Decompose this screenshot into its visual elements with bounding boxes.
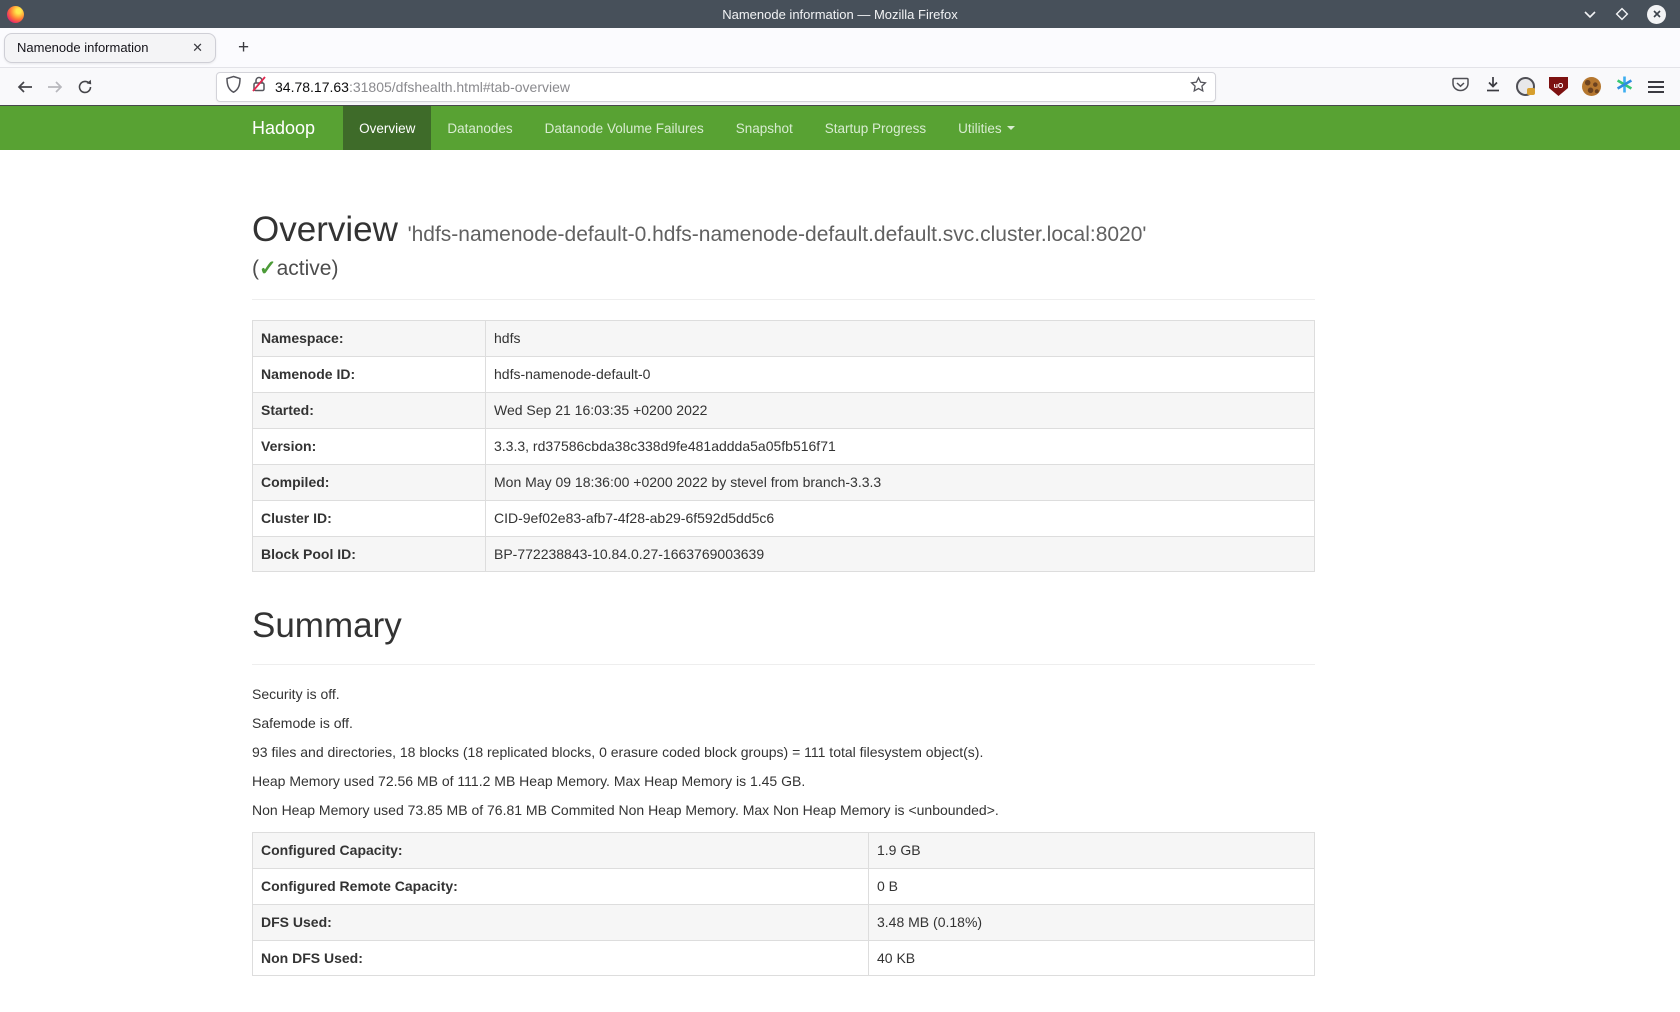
- container-asterisk-icon[interactable]: [1615, 75, 1634, 99]
- url-text: 34.78.17.63:31805/dfshealth.html#tab-ove…: [275, 79, 1190, 95]
- back-icon[interactable]: [10, 73, 40, 101]
- overview-heading: Overview 'hdfs-namenode-default-0.hdfs-n…: [252, 210, 1315, 250]
- cookie-extension-icon[interactable]: [1582, 77, 1601, 96]
- window-title: Namenode information — Mozilla Firefox: [0, 7, 1680, 22]
- hadoop-navbar: Hadoop Overview Datanodes Datanode Volum…: [0, 106, 1680, 150]
- row-value: 3.3.3, rd37586cbda38c338d9fe481addda5a05…: [486, 428, 1315, 464]
- nav-item-snapshot[interactable]: Snapshot: [720, 106, 809, 150]
- tab-namenode-information[interactable]: Namenode information ✕: [4, 33, 216, 63]
- row-label: Version:: [253, 428, 486, 464]
- summary-heading: Summary: [252, 606, 1315, 646]
- capacity-table: Configured Capacity:1.9 GB Configured Re…: [252, 832, 1315, 977]
- nav-item-overview[interactable]: Overview: [343, 106, 431, 150]
- row-value: CID-9ef02e83-afb7-4f28-ab29-6f592d5dd5c6: [486, 500, 1315, 536]
- table-row: Started:Wed Sep 21 16:03:35 +0200 2022: [253, 393, 1315, 429]
- row-label: Configured Remote Capacity:: [253, 868, 869, 904]
- row-value: 40 KB: [869, 940, 1315, 976]
- table-row: Cluster ID:CID-9ef02e83-afb7-4f28-ab29-6…: [253, 500, 1315, 536]
- row-value: 0 B: [869, 868, 1315, 904]
- namenode-endpoint: 'hdfs-namenode-default-0.hdfs-namenode-d…: [408, 223, 1147, 246]
- toolbar-extensions-area: uO: [1451, 75, 1670, 99]
- new-tab-button[interactable]: +: [230, 37, 257, 59]
- minimize-icon[interactable]: [1583, 9, 1597, 19]
- close-window-icon[interactable]: [1647, 5, 1666, 24]
- forward-icon[interactable]: [40, 73, 70, 101]
- row-label: Started:: [253, 393, 486, 429]
- row-label: Configured Capacity:: [253, 832, 869, 868]
- table-row: Configured Remote Capacity:0 B: [253, 868, 1315, 904]
- row-label: Cluster ID:: [253, 500, 486, 536]
- table-row: Namespace:hdfs: [253, 321, 1315, 357]
- window-titlebar: Namenode information — Mozilla Firefox: [0, 0, 1680, 28]
- reload-icon[interactable]: [70, 73, 100, 101]
- row-label: DFS Used:: [253, 904, 869, 940]
- table-row: Version:3.3.3, rd37586cbda38c338d9fe481a…: [253, 428, 1315, 464]
- divider: [252, 299, 1315, 300]
- row-label: Namenode ID:: [253, 357, 486, 393]
- summary-paragraphs: Security is off. Safemode is off. 93 fil…: [252, 685, 1315, 820]
- url-bar[interactable]: 34.78.17.63:31805/dfshealth.html#tab-ove…: [216, 72, 1216, 102]
- page-content: Overview 'hdfs-namenode-default-0.hdfs-n…: [0, 210, 1567, 976]
- row-value: BP-772238843-10.84.0.27-1663769003639: [486, 536, 1315, 572]
- namenode-info-table: Namespace:hdfs Namenode ID:hdfs-namenode…: [252, 320, 1315, 572]
- tab-title: Namenode information: [17, 40, 188, 55]
- hadoop-brand[interactable]: Hadoop: [252, 106, 343, 150]
- row-value: 3.48 MB (0.18%): [869, 904, 1315, 940]
- insecure-lock-icon[interactable]: [251, 75, 267, 98]
- row-value: Mon May 09 18:36:00 +0200 2022 by stevel…: [486, 464, 1315, 500]
- window-controls: [1583, 5, 1680, 24]
- nav-item-datanodes[interactable]: Datanodes: [431, 106, 528, 150]
- table-row: Non DFS Used:40 KB: [253, 940, 1315, 976]
- summary-line: Heap Memory used 72.56 MB of 111.2 MB He…: [252, 772, 1315, 792]
- maximize-icon[interactable]: [1615, 7, 1629, 21]
- summary-line: Security is off.: [252, 685, 1315, 705]
- summary-line: Safemode is off.: [252, 714, 1315, 734]
- row-label: Non DFS Used:: [253, 940, 869, 976]
- row-value: hdfs: [486, 321, 1315, 357]
- url-host: 34.78.17.63: [275, 79, 349, 95]
- namenode-status: (✓active): [252, 256, 1315, 281]
- url-path: :31805/dfshealth.html#tab-overview: [349, 79, 570, 95]
- table-row: Compiled:Mon May 09 18:36:00 +0200 2022 …: [253, 464, 1315, 500]
- bookmark-star-icon[interactable]: [1190, 76, 1207, 98]
- tab-close-icon[interactable]: ✕: [188, 38, 207, 58]
- menu-icon[interactable]: [1648, 81, 1664, 93]
- mini-lock-icon: [1527, 88, 1535, 95]
- row-value: Wed Sep 21 16:03:35 +0200 2022: [486, 393, 1315, 429]
- summary-line: Non Heap Memory used 73.85 MB of 76.81 M…: [252, 801, 1315, 821]
- table-row: Block Pool ID:BP-772238843-10.84.0.27-16…: [253, 536, 1315, 572]
- row-label: Namespace:: [253, 321, 486, 357]
- nav-item-datanode-volume-failures[interactable]: Datanode Volume Failures: [529, 106, 720, 150]
- privacy-extension-icon[interactable]: [1516, 77, 1535, 96]
- browser-toolbar: 34.78.17.63:31805/dfshealth.html#tab-ove…: [0, 68, 1680, 106]
- row-value: hdfs-namenode-default-0: [486, 357, 1315, 393]
- tracking-shield-icon[interactable]: [225, 75, 242, 99]
- table-row: Configured Capacity:1.9 GB: [253, 832, 1315, 868]
- ublock-origin-icon[interactable]: uO: [1549, 77, 1568, 96]
- overview-title: Overview: [252, 210, 398, 249]
- nav-item-utilities-label: Utilities: [958, 121, 1002, 136]
- downloads-icon[interactable]: [1484, 75, 1502, 98]
- tab-bar: Namenode information ✕ +: [0, 28, 1680, 68]
- pocket-icon[interactable]: [1451, 75, 1470, 99]
- caret-down-icon: [1007, 126, 1015, 130]
- divider: [252, 664, 1315, 665]
- row-label: Block Pool ID:: [253, 536, 486, 572]
- check-icon: ✓: [259, 257, 277, 280]
- table-row: DFS Used:3.48 MB (0.18%): [253, 904, 1315, 940]
- row-value: 1.9 GB: [869, 832, 1315, 868]
- summary-line: 93 files and directories, 18 blocks (18 …: [252, 743, 1315, 763]
- table-row: Namenode ID:hdfs-namenode-default-0: [253, 357, 1315, 393]
- nav-item-utilities[interactable]: Utilities: [942, 106, 1031, 150]
- row-label: Compiled:: [253, 464, 486, 500]
- nav-item-startup-progress[interactable]: Startup Progress: [809, 106, 942, 150]
